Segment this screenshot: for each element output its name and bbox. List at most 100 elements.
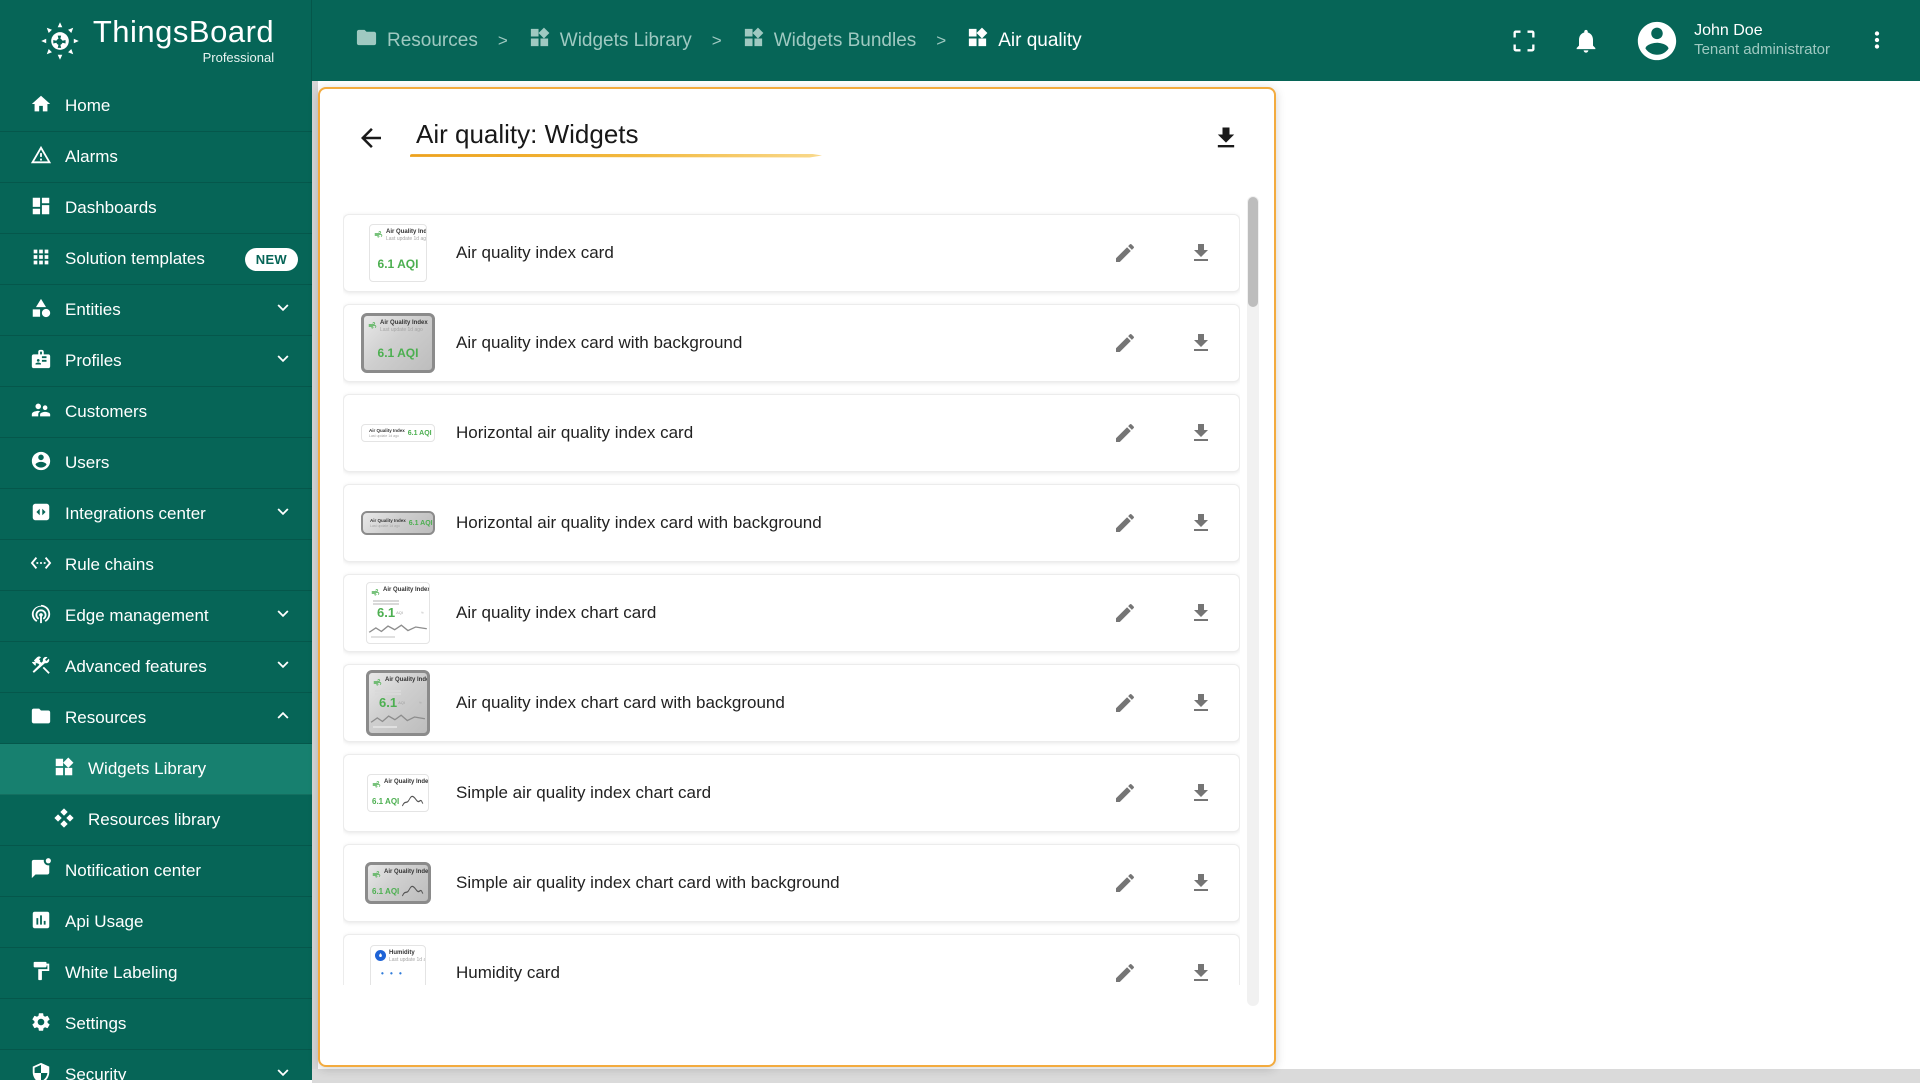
paint-icon — [30, 960, 52, 987]
scrollbar-thumb[interactable] — [1248, 197, 1258, 307]
back-arrow-icon[interactable] — [356, 123, 386, 153]
widgets-icon — [966, 26, 989, 55]
panel-header: Air quality: Widgets — [320, 101, 1274, 175]
sidebar-item-rule-chains[interactable]: Rule chains — [0, 540, 312, 591]
user-menu[interactable]: John Doe Tenant administrator — [1634, 18, 1830, 64]
download-widget-icon[interactable] — [1189, 241, 1213, 265]
download-widget-icon[interactable] — [1189, 331, 1213, 355]
sidebar-item-white-labeling[interactable]: White Labeling — [0, 948, 312, 999]
chevron-down-icon[interactable] — [272, 297, 294, 324]
sidebar-item-integrations-center[interactable]: Integrations center — [0, 489, 312, 540]
sidebar-item-api-usage[interactable]: Api Usage — [0, 897, 312, 948]
sidebar-item-resources-library[interactable]: Resources library — [0, 795, 312, 846]
sidebar-item-edge-management[interactable]: Edge management — [0, 591, 312, 642]
edit-pencil-icon[interactable] — [1113, 691, 1137, 715]
sidebar-item-customers[interactable]: Customers — [0, 387, 312, 438]
apps-icon — [30, 246, 52, 273]
chevron-down-icon[interactable] — [272, 501, 294, 528]
integration-icon — [30, 501, 52, 528]
widget-label: Simple air quality index chart card with… — [456, 873, 840, 893]
topbar-actions: John Doe Tenant administrator — [1510, 18, 1920, 64]
sidebar-item-widgets-library[interactable]: Widgets Library — [0, 744, 312, 795]
widget-list-viewport: Air Quality IndexLast update 1d ago 6.1 A… — [343, 196, 1240, 985]
widget-row-horizontal-air-quality-index-card[interactable]: Air Quality IndexLast update 1d ago6.1 A… — [343, 394, 1240, 472]
widget-row-air-quality-index-chart-card[interactable]: Air Quality Index6.1AQI≈ Air quality ind… — [343, 574, 1240, 652]
widget-row-air-quality-index-card[interactable]: Air Quality IndexLast update 1d ago6.1 A… — [343, 214, 1240, 292]
widget-row-simple-air-quality-index-chart-card-with-background[interactable]: Air Quality Index6.1 AQISimple air quali… — [343, 844, 1240, 922]
app-logo[interactable]: ThingsBoard Professional — [0, 0, 312, 81]
chevron-down-icon[interactable] — [272, 654, 294, 681]
notification-icon — [30, 858, 52, 885]
sidebar-item-profiles[interactable]: Profiles — [0, 336, 312, 387]
sidebar-item-notification-center[interactable]: Notification center — [0, 846, 312, 897]
sidebar-item-resources[interactable]: Resources — [0, 693, 312, 744]
widget-row-air-quality-index-card-with-background[interactable]: Air Quality IndexLast update 1d ago 6.1 A… — [343, 304, 1240, 382]
download-widget-icon[interactable] — [1189, 511, 1213, 535]
sidebar-item-solution-templates[interactable]: Solution templatesNEW — [0, 234, 312, 285]
sidebar-item-security[interactable]: Security — [0, 1050, 312, 1080]
download-widget-icon[interactable] — [1189, 421, 1213, 445]
shield-icon — [30, 1062, 52, 1081]
widget-row-humidity-card[interactable]: HumidityLast update 1d ago• • •Humidity … — [343, 934, 1240, 985]
sidebar-item-label: Resources — [65, 708, 146, 728]
widget-row-simple-air-quality-index-chart-card[interactable]: Air Quality Index6.1 AQI Simple air quali… — [343, 754, 1240, 832]
edit-pencil-icon[interactable] — [1113, 781, 1137, 805]
edit-pencil-icon[interactable] — [1113, 421, 1137, 445]
widget-row-air-quality-index-chart-card-with-background[interactable]: Air Quality Index6.1AQI≈ Air quality ind… — [343, 664, 1240, 742]
edit-pencil-icon[interactable] — [1113, 511, 1137, 535]
widget-thumbnail: Air Quality Index6.1AQI≈ — [358, 670, 438, 736]
breadcrumb-item-widgets-bundles[interactable]: Widgets Bundles — [742, 26, 917, 55]
thumb-subtitle: Last update 1d ago — [380, 327, 428, 333]
widget-label: Simple air quality index chart card — [456, 783, 711, 803]
breadcrumb-item-air-quality[interactable]: Air quality — [966, 26, 1081, 55]
sidebar-item-label: Api Usage — [65, 912, 143, 932]
edit-pencil-icon[interactable] — [1113, 331, 1137, 355]
thumb-title: Air Quality Index — [380, 320, 428, 327]
download-widget-icon[interactable] — [1189, 601, 1213, 625]
sidebar-item-entities[interactable]: Entities — [0, 285, 312, 336]
widget-thumbnail: Air Quality Index6.1 AQI — [358, 774, 438, 812]
folder-icon — [30, 705, 52, 732]
chevron-down-icon[interactable] — [272, 348, 294, 375]
download-widget-icon[interactable] — [1189, 691, 1213, 715]
sidebar-item-users[interactable]: Users — [0, 438, 312, 489]
sidebar-item-alarms[interactable]: Alarms — [0, 132, 312, 183]
download-bundle-icon[interactable] — [1212, 124, 1240, 152]
breadcrumb-separator: > — [930, 31, 952, 51]
sidebar-item-dashboards[interactable]: Dashboards — [0, 183, 312, 234]
dashboard-icon — [30, 195, 52, 222]
thumb-aqi-value: 6.1 AQI — [364, 346, 432, 360]
notifications-bell-icon[interactable] — [1572, 27, 1600, 55]
widget-thumbnail: Air Quality IndexLast update 1d ago6.1 A… — [358, 224, 438, 282]
chevron-down-icon[interactable] — [272, 1062, 294, 1081]
list-scrollbar[interactable] — [1247, 196, 1259, 1006]
breadcrumb-separator: > — [706, 31, 728, 51]
breadcrumb-item-resources[interactable]: Resources — [355, 26, 478, 55]
edit-pencil-icon[interactable] — [1113, 961, 1137, 985]
person-circle-icon — [30, 450, 52, 477]
widget-row-horizontal-air-quality-index-card-with-background[interactable]: Air Quality IndexLast update 1d ago6.1 A… — [343, 484, 1240, 562]
download-widget-icon[interactable] — [1189, 871, 1213, 895]
sidebar-item-label: White Labeling — [65, 963, 177, 983]
edit-pencil-icon[interactable] — [1113, 241, 1137, 265]
sidebar-item-label: Integrations center — [65, 504, 206, 524]
chevron-up-icon[interactable] — [272, 705, 294, 732]
download-widget-icon[interactable] — [1189, 781, 1213, 805]
chevron-down-icon[interactable] — [272, 603, 294, 630]
thumb-aqi-value: 6.1 AQI — [372, 797, 399, 806]
widgets-icon — [53, 756, 75, 783]
user-name: John Doe — [1694, 21, 1830, 41]
humidity-drop-icon — [375, 950, 386, 961]
edit-pencil-icon[interactable] — [1113, 601, 1137, 625]
sidebar-item-home[interactable]: Home — [0, 81, 312, 132]
widget-thumbnail: Air Quality Index6.1AQI≈ — [358, 582, 438, 644]
kebab-menu-icon[interactable] — [1864, 27, 1892, 55]
edit-pencil-icon[interactable] — [1113, 871, 1137, 895]
breadcrumb-item-widgets-library[interactable]: Widgets Library — [528, 26, 692, 55]
sidebar-item-settings[interactable]: Settings — [0, 999, 312, 1050]
fullscreen-icon[interactable] — [1510, 27, 1538, 55]
thumb-aqi-value: 6.1 — [377, 606, 395, 619]
sidebar-item-advanced-features[interactable]: Advanced features — [0, 642, 312, 693]
download-widget-icon[interactable] — [1189, 961, 1213, 985]
app-title: ThingsBoard — [93, 16, 274, 47]
